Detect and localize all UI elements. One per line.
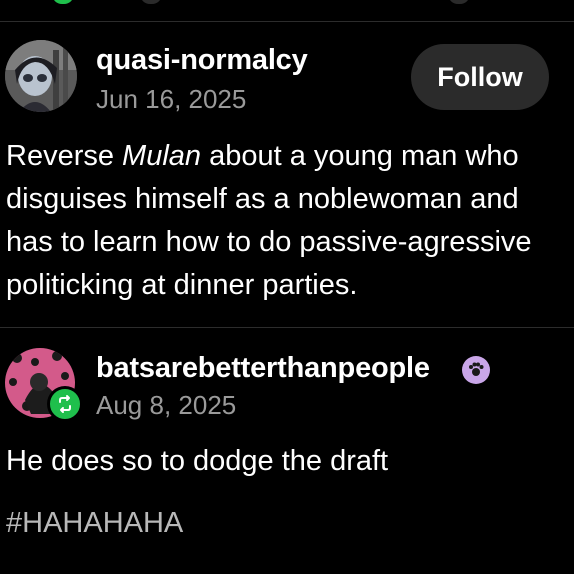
post-tag[interactable]: #HAHAHAHA <box>6 507 183 540</box>
post-date[interactable]: Aug 8, 2025 <box>96 390 236 421</box>
top-strip <box>0 0 574 22</box>
avatar[interactable] <box>5 40 77 112</box>
username[interactable]: batsarebetterthanpeople <box>96 352 430 385</box>
paw-badge-icon <box>462 356 490 384</box>
partial-icon <box>448 0 470 4</box>
post-text-line: Reverse Mulan about a young man who <box>6 134 519 178</box>
partial-icon <box>52 0 74 4</box>
partial-icon <box>140 0 162 4</box>
divider <box>0 327 574 328</box>
username[interactable]: quasi-normalcy <box>96 44 308 77</box>
reblog-icon <box>47 386 83 422</box>
text-emphasis: Mulan <box>122 140 202 172</box>
text-segment: about a young man who <box>201 140 519 172</box>
follow-button[interactable]: Follow <box>411 44 549 110</box>
text-segment: Reverse <box>6 140 123 172</box>
post-text-line: disguises himself as a noblewoman and <box>6 183 519 215</box>
post-text-line: has to learn how to do passive-agressive <box>6 226 532 258</box>
divider <box>0 21 574 22</box>
post-text-line: politicking at dinner parties. <box>6 269 358 301</box>
post-text-line: He does so to dodge the draft <box>6 445 389 477</box>
post-date[interactable]: Jun 16, 2025 <box>96 84 246 115</box>
